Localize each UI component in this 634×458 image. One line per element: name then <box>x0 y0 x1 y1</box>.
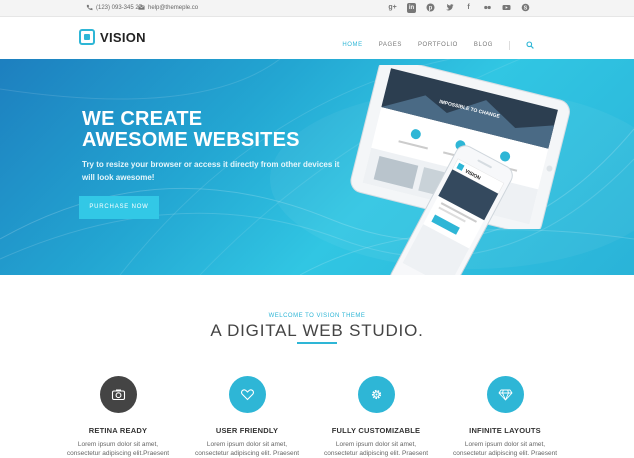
phone-contact: (123) 093-345 27 <box>86 4 142 11</box>
twitter-icon[interactable] <box>445 3 454 13</box>
feature-retina-ready: RETINA READY Lorem ipsum dolor sit amet,… <box>58 376 178 458</box>
feature-fully-customizable: FULLY CUSTOMIZABLE Lorem ipsum dolor sit… <box>316 376 436 458</box>
title-underline <box>297 342 337 344</box>
gear-icon <box>357 376 395 413</box>
logo-mark-icon <box>79 29 95 45</box>
hero-slider: WE CREATE AWESOME WEBSITES Try to resize… <box>0 59 634 275</box>
feature-description: Lorem ipsum dolor sit amet, consectetur … <box>445 440 565 458</box>
envelope-icon <box>138 5 145 10</box>
feature-description-line: consectetur adipiscing elit. Praesent <box>323 450 429 457</box>
feature-description-line: Lorem ipsum dolor sit amet, <box>335 441 417 448</box>
feature-title: USER FRIENDLY <box>215 426 279 435</box>
feature-infinite-layouts: INFINITE LAYOUTS Lorem ipsum dolor sit a… <box>445 376 565 458</box>
svg-text:S: S <box>524 6 528 12</box>
camera-icon <box>99 376 137 413</box>
feature-user-friendly: USER FRIENDLY Lorem ipsum dolor sit amet… <box>187 376 307 458</box>
hero-heading-line-2: AWESOME WEBSITES <box>82 129 300 151</box>
nav-home[interactable]: HOME <box>342 42 362 48</box>
feature-description-line: Lorem ipsum dolor sit amet, <box>77 441 159 448</box>
facebook-icon[interactable]: f <box>464 3 473 13</box>
flickr-icon[interactable] <box>483 3 492 13</box>
logo-text: VISION <box>100 29 146 45</box>
nav-blog[interactable]: BLOG <box>474 42 493 48</box>
site-logo[interactable]: VISION <box>79 29 146 45</box>
feature-description: Lorem ipsum dolor sit amet, consectetur … <box>187 440 307 458</box>
google-plus-icon[interactable]: g+ <box>388 3 397 13</box>
nav-portfolio[interactable]: PORTFOLIO <box>418 42 458 48</box>
search-icon[interactable] <box>526 36 534 54</box>
email-contact[interactable]: help@themeple.co <box>138 4 198 11</box>
pinterest-icon[interactable]: p <box>426 3 435 13</box>
main-nav: HOME PAGES PORTFOLIO BLOG <box>342 36 534 54</box>
feature-description: Lorem ipsum dolor sit amet, consectetur … <box>58 440 178 458</box>
social-links: g+ in p f S <box>388 3 530 13</box>
hero-heading: WE CREATE AWESOME WEBSITES <box>82 109 300 151</box>
site-header: VISION HOME PAGES PORTFOLIO BLOG <box>0 17 634 59</box>
feature-title: INFINITE LAYOUTS <box>469 426 541 435</box>
feature-title: FULLY CUSTOMIZABLE <box>331 426 421 435</box>
email-address[interactable]: help@themeple.co <box>148 5 198 11</box>
feature-description: Lorem ipsum dolor sit amet, consectetur … <box>316 440 436 458</box>
feature-description-line: consectetur adipiscing elit.Praesent <box>66 450 170 457</box>
purchase-now-button[interactable]: PURCHASE NOW <box>79 196 159 219</box>
diamond-icon <box>486 376 524 413</box>
svg-text:p: p <box>429 6 433 12</box>
feature-description-line: consectetur adipiscing elit. Praesent <box>194 450 300 457</box>
nav-divider <box>509 40 510 50</box>
feature-title: RETINA READY <box>88 426 148 435</box>
phone-icon <box>86 4 93 11</box>
heart-icon <box>228 376 266 413</box>
feature-description-line: consectetur adipiscing elit. Praesent <box>452 450 558 457</box>
section-kicker: WELCOME TO VISION THEME <box>268 313 366 319</box>
hero-heading-line-1: WE CREATE <box>82 108 203 130</box>
nav-pages[interactable]: PAGES <box>379 42 402 48</box>
feature-description-line: Lorem ipsum dolor sit amet, <box>464 441 546 448</box>
section-title: A DIGITAL WEB STUDIO. <box>210 321 424 340</box>
hero-subtitle: Try to resize your browser or access it … <box>82 160 340 182</box>
phone-number: (123) 093-345 27 <box>96 4 143 11</box>
skype-icon[interactable]: S <box>521 3 530 13</box>
youtube-icon[interactable] <box>502 3 511 13</box>
phone-mockup: VISION <box>389 145 513 275</box>
linkedin-icon[interactable]: in <box>407 3 416 13</box>
feature-description-line: Lorem ipsum dolor sit amet, <box>206 441 288 448</box>
top-bar: (123) 093-345 27 help@themeple.co g+ in … <box>0 0 634 17</box>
